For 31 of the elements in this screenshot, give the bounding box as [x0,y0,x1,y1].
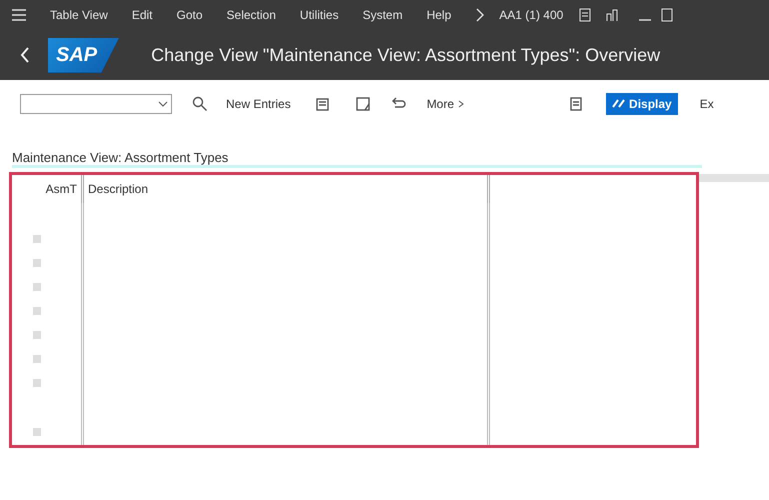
table-background [699,174,769,182]
network-icon[interactable] [605,8,620,22]
caret-icon [158,100,168,108]
menu-item[interactable]: Help [426,8,452,22]
delete-button[interactable] [354,96,371,112]
logo: SAP [48,38,120,72]
display-button[interactable]: Display [606,93,678,115]
menu-item[interactable]: Selection [226,8,276,22]
new-entries-button[interactable]: New Entries [226,97,291,111]
column-header: Description [84,175,490,203]
exit-button[interactable]: Ex [700,97,714,111]
search-button[interactable] [192,96,208,112]
more-button[interactable]: More [426,97,464,111]
menu-item[interactable]: Goto [176,8,203,22]
copy-button[interactable] [314,96,331,112]
menu-item[interactable]: Utilities [300,8,339,22]
dropdown-field[interactable] [20,94,172,114]
maximize-icon[interactable] [661,8,674,22]
back-icon[interactable] [20,47,30,63]
menu-icon[interactable] [12,9,26,21]
document-icon[interactable] [579,8,592,22]
system-info: AA1 (1) 400 [499,8,564,22]
print-button[interactable] [568,96,584,112]
chevron-right-icon[interactable] [475,8,486,22]
menu-item[interactable]: Table View [50,8,108,22]
window-title: Change View "Maintenance View: Assortment Types": Overview [151,44,660,66]
section-title: Maintenance View: Assortment Types [12,150,702,168]
column-header: AsmT [12,175,84,203]
menu-item[interactable]: Edit [132,8,153,22]
chevron-right-icon [458,100,464,108]
menu-item[interactable]: System [362,8,403,22]
